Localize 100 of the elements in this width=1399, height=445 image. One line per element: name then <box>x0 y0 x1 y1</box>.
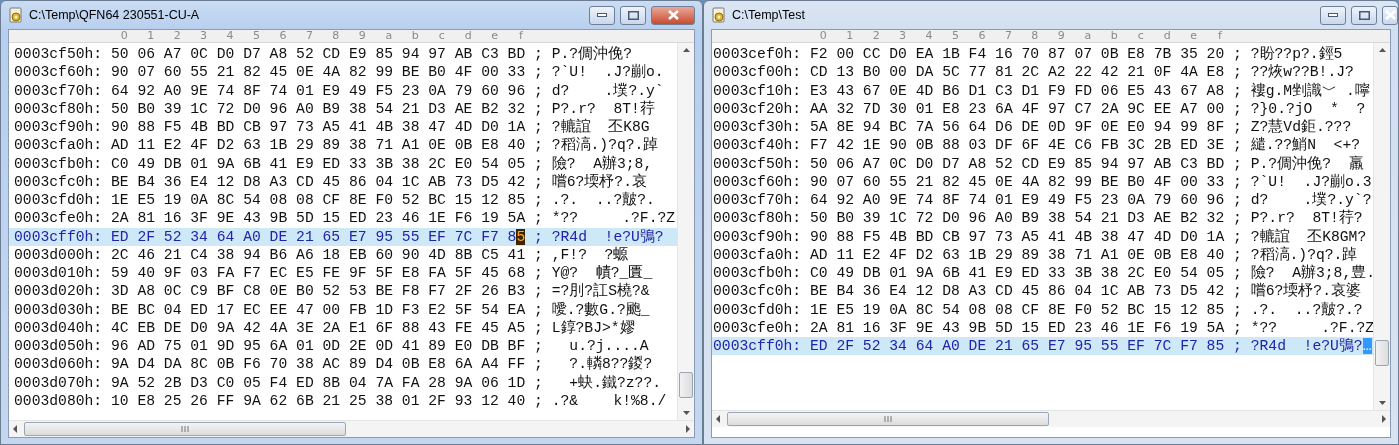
ascii-text: +蚗.鐵?z??. <box>568 374 662 391</box>
column-header: 2 <box>871 30 881 42</box>
column-header: b <box>1109 30 1119 42</box>
window-title: C:\Temp\QFN64 230551-CU-A <box>29 6 200 24</box>
offset-label: 0003cfd0h: <box>713 301 802 318</box>
hex-bytes: 10 E8 25 26 FF 9A 62 6B 21 25 38 01 2F 93 12 40 <box>110 392 526 409</box>
offset-label: 0003d030h: <box>14 301 103 318</box>
offset-label: 0003cfa0h: <box>713 246 802 263</box>
column-header: 1 <box>146 30 156 42</box>
hex-row[interactable]: 0003cff0h: ED 2F 52 34 64 A0 DE 21 65 E7 95 55 EF 7C F7 85 ; ?R4d !e?U鴞? <box>9 227 677 246</box>
hex-bytes: 90 07 60 55 21 82 45 0E 4A 82 99 BE B0 4F 00 33 <box>809 173 1225 190</box>
offset-label: 0003cfb0h: <box>14 155 103 172</box>
column-header: c <box>437 30 446 42</box>
column-header: 6 <box>278 30 288 42</box>
hex-row[interactable]: 0003d060h: 9A D4 DA 8C 0B F6 70 38 AC 89 D4 0B E8 6A A4 FF ; ?.轔8??鍐? <box>9 355 677 374</box>
offset-label: 0003d060h: <box>14 356 103 373</box>
ascii-text: P?.r? 8T!荇 <box>551 100 655 117</box>
ascii-text: P.?倜沖俛? <box>551 46 632 62</box>
hex-row[interactable]: 0003cf80h: 50 B0 39 1C 72 D0 96 A0 B9 38 54 21 D3 AE B2 32 ; P?.r? 8T!荇 <box>9 99 677 118</box>
hex-row[interactable]: 0003cf20h: AA 32 7D 30 01 E8 23 6A 4F 97 C7 2A 9C EE A7 00 ; ?}0.?jO * ? <box>712 99 1373 118</box>
column-header: 2 <box>172 30 182 42</box>
offset-label: 0003d040h: <box>14 319 103 336</box>
hex-bytes: 90 07 60 55 21 82 45 0E 4A 82 99 BE B0 4F 00 33 <box>110 64 526 81</box>
ascii-text: L錞?BJ>*嫪 <box>551 319 635 336</box>
separator: ; <box>1233 192 1242 208</box>
hex-row[interactable]: 0003cf30h: 5A 8E 94 BC 7A 56 64 D6 DE 0D 9F 0E E0 94 99 8F ; Z?慧Vd鉅.??? <box>712 118 1373 137</box>
ascii-text: P?.r? 8T!荇? <box>1250 210 1363 227</box>
separator: ; <box>534 119 543 135</box>
hex-row[interactable]: 0003d030h: BE BC 04 ED 17 EC EE 47 00 FB 1D F3 E2 5F 54 EA ; 噯.?數G.?颮_ <box>9 300 677 319</box>
hex-bytes: BE BC 04 ED 17 EC EE 47 00 FB 1D F3 E2 5F 54 EA <box>110 301 526 318</box>
ascii-text: ?R4d !e?U鴞? <box>551 228 664 245</box>
hex-bytes: F7 42 1E 90 0B 88 03 DF 6F 4E C6 FB 3C 2B ED 3E <box>809 137 1225 154</box>
hex-row[interactable]: 0003cf80h: 50 B0 39 1C 72 D0 96 A0 B9 38 54 21 D3 AE B2 32 ; P?.r? 8T!荇? <box>712 209 1373 228</box>
offset-label: 0003d080h: <box>14 392 103 409</box>
hex-row[interactable]: 0003cfc0h: BE B4 36 E4 12 D8 A3 CD 45 86 04 1C AB 73 D5 42 ; 嚐6?堧杼?.哀婆 <box>712 282 1373 301</box>
hex-row[interactable]: 0003cfe0h: 2A 81 16 3F 9E 43 9B 5D 15 ED 23 46 1E F6 19 5A ; *?? .?F.?Z <box>9 209 677 228</box>
separator: ; <box>534 155 543 172</box>
hex-row[interactable]: 0003d000h: 2C 46 21 C4 38 94 B6 A6 18 EB 60 90 4D 8B C5 41 ; ,F!? ?螈 <box>9 245 677 264</box>
hex-bytes: 64 92 A0 9E 74 8F 74 01 E9 49 F5 23 0A 79 60 96 <box>110 82 526 99</box>
column-header: 4 <box>225 30 235 42</box>
column-header: 9 <box>357 30 367 42</box>
hex-row[interactable]: 0003cfb0h: C0 49 DB 01 9A 6B 41 E9 ED 33 3B 38 2C E0 54 05 ; 險? A辦3;8,豊. <box>712 264 1373 283</box>
ascii-text: ?}0.?jO * ? <box>1250 100 1366 117</box>
hex-row[interactable]: 0003cfc0h: BE B4 36 E4 12 D8 A3 CD 45 86 04 1C AB 73 D5 42 ; 嚐6?堧杼?.哀 <box>9 172 677 191</box>
hex-bytes: 50 B0 39 1C 72 D0 96 A0 B9 38 54 21 D3 AE B2 32 <box>809 210 1225 227</box>
hex-bytes: F2 00 CC D0 EA 1B F4 16 70 87 07 0B E8 7B 35 20 <box>809 46 1225 62</box>
column-header: 3 <box>898 30 908 42</box>
offset-label: 0003d070h: <box>14 374 103 391</box>
hex-row[interactable]: 0003cfd0h: 1E E5 19 0A 8C 54 08 08 CF 8E F0 52 BC 15 12 85 ; .?. ..?皾?.? <box>712 300 1373 319</box>
ascii-text: .?& k!%8./ <box>551 392 667 409</box>
column-header: f <box>518 30 524 42</box>
hex-row[interactable]: 0003cf40h: F7 42 1E 90 0B 88 03 DF 6F 4E C6 FB 3C 2B ED 3E ; 繾.??鮹N <+? <box>712 136 1373 155</box>
hex-row[interactable]: 0003cf60h: 90 07 60 55 21 82 45 0E 4A 82 99 BE B0 4F 00 33 ; ?`U! .J?剻o. <box>9 63 677 82</box>
hex-row[interactable]: 0003cfe0h: 2A 81 16 3F 9E 43 9B 5D 15 ED 23 46 1E F6 19 5A ; *?? .?F.?Z <box>712 318 1373 337</box>
hex-row[interactable]: 0003cfb0h: C0 49 DB 01 9A 6B 41 E9 ED 33 3B 38 2C E0 54 05 ; 險? A辦3;8, <box>9 154 677 173</box>
column-header: 8 <box>1030 30 1040 42</box>
separator: ; <box>1233 173 1242 190</box>
hex-row[interactable]: 0003d050h: 96 AD 75 01 9D 95 6A 01 0D 2E 0D 41 89 E0 DB BF ; u.?j....A <box>9 337 677 356</box>
hex-row[interactable]: 0003cef0h: F2 00 CC D0 EA 1B F4 16 70 87 07 0B E8 7B 35 20 ; ?盼??p?.鋞5 <box>712 45 1373 64</box>
separator: ; <box>534 173 543 190</box>
hex-row[interactable]: 0003cff0h: ED 2F 52 34 64 A0 DE 21 65 E7 95 55 EF 7C F7 85 ; ?R4d !e?U鴞?… <box>712 337 1373 356</box>
column-header: c <box>1136 30 1145 42</box>
column-header: 3 <box>199 30 209 42</box>
hex-row[interactable]: 0003cf50h: 50 06 A7 0C D0 D7 A8 52 CD E9 85 94 97 AB C3 BD ; P.?倜沖俛? 羸 <box>712 154 1373 173</box>
hex-row[interactable]: 0003d020h: 3D A8 0C C9 BF C8 0E B0 52 53 BE F8 F7 2F 26 B3 ; =?刖?訌S橈?& <box>9 282 677 301</box>
text-cursor: 5 <box>516 228 526 245</box>
hex-bytes: 50 06 A7 0C D0 D7 A8 52 CD E9 85 94 97 AB C3 BD <box>809 155 1225 172</box>
text-cursor: … <box>1362 338 1372 354</box>
ascii-text: Z?慧Vd鉅.??? <box>1250 119 1352 135</box>
hex-row[interactable]: 0003cf70h: 64 92 A0 9E 74 8F 74 01 E9 49 F5 23 0A 79 60 96 ; d? .墣?.y`? <box>712 191 1373 210</box>
separator: ; <box>534 192 543 208</box>
hex-row[interactable]: 0003d040h: 4C EB DE D0 9A 42 4A 3E 2A E1 6F 88 43 FE 45 A5 ; L錞?BJ>*嫪 <box>9 318 677 337</box>
hex-row[interactable]: 0003cf70h: 64 92 A0 9E 74 8F 74 01 E9 49 F5 23 0A 79 60 96 ; d? .墣?.y` <box>9 81 677 100</box>
hex-row[interactable]: 0003d080h: 10 E8 25 26 FF 9A 62 6B 21 25 38 01 2F 93 12 40 ; .?& k!%8./ <box>9 391 677 410</box>
offset-label: 0003cf70h: <box>14 82 103 99</box>
column-header: 6 <box>977 30 987 42</box>
offset-label: 0003cf60h: <box>14 64 103 81</box>
hex-row[interactable]: 0003cfa0h: AD 11 E2 4F D2 63 1B 29 89 38 71 A1 0E 0B E8 40 ; ?稻滈.)?q?.踔 <box>712 245 1373 264</box>
column-header: 4 <box>924 30 934 42</box>
hex-row[interactable]: 0003cfa0h: AD 11 E2 4F D2 63 1B 29 89 38 71 A1 0E 0B E8 40 ; ?稻滈.)?q?.踔 <box>9 136 677 155</box>
hex-row[interactable]: 0003cf00h: CD 13 B0 00 DA 5C 77 81 2C A2 22 42 21 0F 4A E8 ; ??烣w??B!.J? <box>712 63 1373 82</box>
column-header: e <box>490 30 499 42</box>
offset-label: 0003cfc0h: <box>14 173 103 190</box>
ascii-text: ?盼??p?.鋞5 <box>1250 46 1343 62</box>
hex-row[interactable]: 0003cfd0h: 1E E5 19 0A 8C 54 08 08 CF 8E F0 52 BC 15 12 85 ; .?. ..?皾?. <box>9 191 677 210</box>
hex-bytes: AD 11 E2 4F D2 63 1B 29 89 38 71 A1 0E 0B E8 40 <box>110 137 526 154</box>
separator: ; <box>1233 210 1242 227</box>
separator: ; <box>1233 100 1242 117</box>
offset-label: 0003d050h: <box>14 338 103 354</box>
hex-row[interactable]: 0003cf60h: 90 07 60 55 21 82 45 0E 4A 82 99 BE B0 4F 00 33 ; ?`U! .J?剻o.3 <box>712 172 1373 191</box>
offset-label: 0003cff0h: <box>713 338 802 354</box>
hex-row[interactable]: 0003d070h: 9A 52 2B D3 C0 05 F4 ED 8B 04 7A FA 28 9A 06 1D ; +蚗.鐵?z??. <box>9 373 677 392</box>
separator: ; <box>1233 64 1242 81</box>
hex-row[interactable]: 0003cf90h: 90 88 F5 4B BD CB 97 73 A5 41 4B 38 47 4D D0 1A ; ?轆誼 丕K8GM? <box>712 227 1373 246</box>
hex-row[interactable]: 0003cf10h: E3 43 67 0E 4D B6 D1 C3 D1 F9 FD 06 E5 43 67 A8 ; 褸g.M剉識﹀ .嚀 <box>712 81 1373 100</box>
separator: ; <box>534 338 543 354</box>
hex-row[interactable]: 0003cf90h: 90 88 F5 4B BD CB 97 73 A5 41 4B 38 47 4D D0 1A ; ?轆誼 丕K8G <box>9 118 677 137</box>
hex-row[interactable]: 0003d010h: 59 40 9F 03 FA F7 EC E5 FE 9F 5F E8 FA 5F 45 68 ; Y@? 幘?_匱_ <box>9 264 677 283</box>
hex-row[interactable]: 0003cf50h: 50 06 A7 0C D0 D7 A8 52 CD E9 85 94 97 AB C3 BD ; P.?倜沖俛? <box>9 45 677 64</box>
column-header: 8 <box>331 30 341 42</box>
